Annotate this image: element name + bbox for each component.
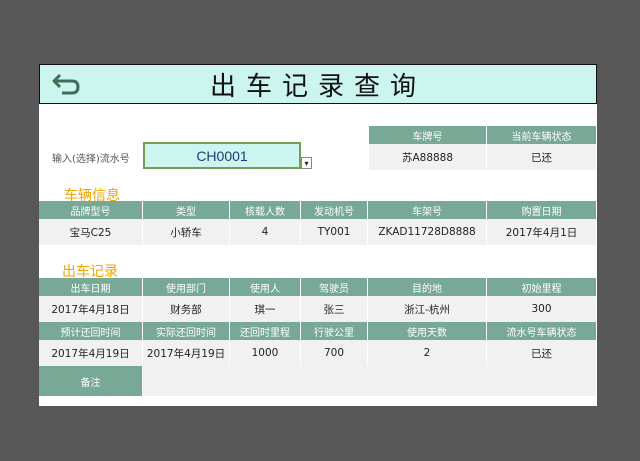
table-header: 类型	[143, 201, 230, 219]
remark-row: 备注	[39, 366, 597, 396]
table-header: 品牌型号	[39, 201, 143, 219]
table-header: 使用人	[230, 278, 301, 296]
table-header: 出车日期	[39, 278, 143, 296]
table-cell: ZKAD11728D8888	[368, 219, 487, 245]
status-header-row: 车牌号 当前车辆状态	[369, 126, 597, 144]
table-cell: 2	[368, 340, 487, 366]
status-value-row: 苏A88888 已还	[369, 144, 597, 170]
serial-input-label: 输入(选择)流水号	[52, 154, 130, 165]
table-cell: 小轿车	[143, 219, 230, 245]
current-status-value: 已还	[487, 144, 597, 170]
table-cell: 2017年4月19日	[39, 340, 143, 366]
back-arrow-icon[interactable]	[52, 71, 82, 97]
table-header: 使用天数	[368, 322, 487, 340]
trip-header-row-1: 出车日期 使用部门 使用人 驾驶员 目的地 初始里程	[39, 278, 597, 296]
table-header: 目的地	[368, 278, 487, 296]
table-cell: 浙江-杭州	[368, 296, 487, 322]
current-status-header: 当前车辆状态	[487, 126, 597, 144]
table-cell: 琪一	[230, 296, 301, 322]
table-cell: 300	[487, 296, 597, 322]
table-header: 流水号车辆状态	[487, 322, 597, 340]
table-cell: 4	[230, 219, 301, 245]
vehicle-header-row: 品牌型号 类型 核载人数 发动机号 车架号 购置日期	[39, 201, 597, 219]
table-cell: 700	[301, 340, 368, 366]
vehicle-value-row: 宝马C25 小轿车 4 TY001 ZKAD11728D8888 2017年4月…	[39, 219, 597, 245]
table-cell: 2017年4月1日	[487, 219, 597, 245]
table-cell: 1000	[230, 340, 301, 366]
table-cell: 财务部	[143, 296, 230, 322]
plate-header: 车牌号	[369, 126, 487, 144]
table-cell: 2017年4月19日	[143, 340, 230, 366]
table-header: 发动机号	[301, 201, 368, 219]
remark-field[interactable]	[143, 366, 597, 396]
trip-value-row-2: 2017年4月19日 2017年4月19日 1000 700 2 已还	[39, 340, 597, 366]
table-header: 行驶公里	[301, 322, 368, 340]
table-header: 车架号	[368, 201, 487, 219]
trip-header-row-2: 预计还回时间 实际还回时间 还回时里程 行驶公里 使用天数 流水号车辆状态	[39, 322, 597, 340]
table-cell: 张三	[301, 296, 368, 322]
table-header: 实际还回时间	[143, 322, 230, 340]
trip-value-row-1: 2017年4月18日 财务部 琪一 张三 浙江-杭州 300	[39, 296, 597, 322]
table-header: 还回时里程	[230, 322, 301, 340]
page-title: 出车记录查询	[209, 71, 426, 102]
table-header: 预计还回时间	[39, 322, 143, 340]
table-header: 驾驶员	[301, 278, 368, 296]
table-cell: TY001	[301, 219, 368, 245]
table-cell: 2017年4月18日	[39, 296, 143, 322]
table-cell: 已还	[487, 340, 597, 366]
serial-input[interactable]: CH0001	[143, 142, 301, 169]
table-header: 核载人数	[230, 201, 301, 219]
table-header: 使用部门	[143, 278, 230, 296]
remark-label: 备注	[39, 366, 143, 396]
table-header: 初始里程	[487, 278, 597, 296]
plate-value: 苏A88888	[369, 144, 487, 170]
table-cell: 宝马C25	[39, 219, 143, 245]
dropdown-arrow-icon[interactable]: ▾	[301, 157, 312, 169]
table-header: 购置日期	[487, 201, 597, 219]
